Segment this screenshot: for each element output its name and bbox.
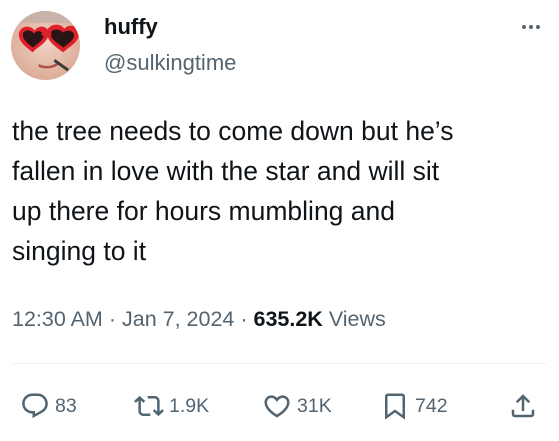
tweet-time[interactable]: 12:30 AM — [12, 307, 103, 331]
reply-button[interactable]: 83 — [20, 386, 77, 426]
reply-count: 83 — [55, 395, 77, 417]
more-horizontal-icon — [522, 25, 540, 29]
like-count: 31K — [297, 395, 332, 417]
reply-icon — [22, 393, 48, 419]
heart-icon — [264, 395, 290, 418]
like-button[interactable]: 31K — [262, 386, 332, 426]
bookmark-count: 742 — [415, 395, 448, 417]
meta-separator: · — [240, 307, 248, 331]
share-icon — [511, 394, 535, 418]
share-button[interactable] — [508, 386, 538, 426]
repost-button[interactable]: 1.9K — [134, 386, 209, 426]
author-display-name[interactable]: huffy — [104, 14, 158, 40]
views-label: Views — [328, 307, 386, 331]
more-options-button[interactable] — [514, 12, 548, 42]
author-handle[interactable]: @sulkingtime — [104, 50, 236, 76]
avatar-image — [11, 11, 80, 80]
action-bar: 83 1.9K 31K 742 — [0, 386, 559, 426]
tweet-meta: 12:30 AM · Jan 7, 2024 · 635.2K Views — [12, 304, 386, 334]
repost-count: 1.9K — [169, 395, 210, 417]
divider — [12, 363, 547, 364]
repost-icon — [134, 395, 164, 417]
bookmark-button[interactable]: 742 — [380, 386, 448, 426]
views-count[interactable]: 635.2K — [254, 307, 323, 331]
tweet-date[interactable]: Jan 7, 2024 — [122, 307, 234, 331]
meta-separator: · — [108, 307, 116, 331]
bookmark-icon — [385, 393, 405, 420]
tweet-text: the tree needs to come down but he’s fal… — [12, 116, 454, 266]
avatar[interactable] — [11, 11, 80, 80]
